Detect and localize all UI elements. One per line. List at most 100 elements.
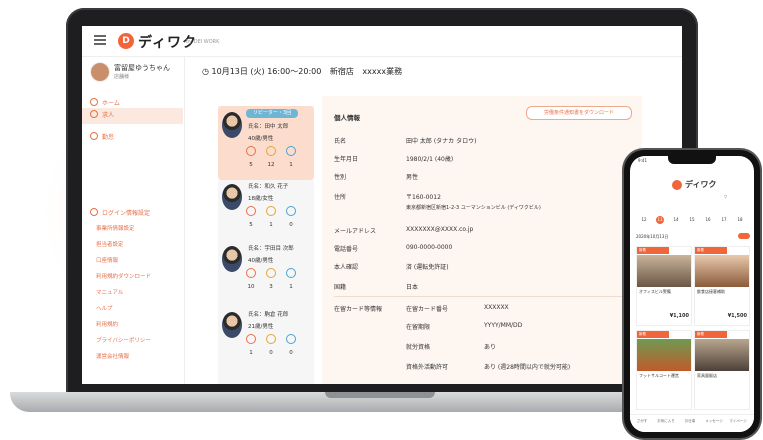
field-value: あり (週28時間以内で就労可能) xyxy=(484,364,571,371)
field-label: 在留期限 xyxy=(406,324,431,331)
good-face-icon xyxy=(246,268,256,278)
date-item[interactable]: 18 xyxy=(736,216,744,224)
logo-subtext: by DEI WORK xyxy=(186,39,220,45)
field-label: 電話番号 xyxy=(334,246,359,253)
neutral-face-icon xyxy=(266,334,276,344)
rating-count: 5 xyxy=(249,162,253,168)
date-item[interactable]: 17 xyxy=(720,216,728,224)
job-photo xyxy=(637,339,691,371)
candidate-age: 18歳/女性 xyxy=(248,196,274,202)
date-item[interactable]: 14 xyxy=(672,216,680,224)
field-value: 日本 xyxy=(406,284,419,291)
job-card[interactable]: 新着 フットサルコート運営 xyxy=(636,330,692,410)
logo-icon: D xyxy=(118,33,134,49)
field-label: 在留カード番号 xyxy=(406,306,449,313)
date-item[interactable]: 12 xyxy=(640,216,648,224)
field-label: 性別 xyxy=(334,174,347,181)
panel-title: 個人情報 xyxy=(334,114,360,122)
candidate-name: 氏名：田中 太郎 xyxy=(248,124,289,130)
sidebar-item-attendance[interactable]: 勤怠 xyxy=(90,132,114,141)
field-label: 国籍 xyxy=(334,284,347,291)
sidebar-subitem[interactable]: 利用規約 xyxy=(96,320,118,328)
field-value: XXXXXXX@XXXX.co.jp xyxy=(406,226,474,233)
status-time: 9:41 xyxy=(638,158,647,163)
tab-favorites[interactable]: お気に入り xyxy=(654,419,678,424)
jobs-icon xyxy=(90,110,98,118)
filter-icon[interactable]: ▽ xyxy=(724,194,727,199)
store-name: 新宿店 xyxy=(329,67,354,76)
job-card[interactable]: 新着 飲食店接客補助 ¥1,500 xyxy=(694,246,750,326)
bad-face-icon xyxy=(286,334,296,344)
good-face-icon xyxy=(246,146,256,156)
candidate-name: 氏名：和久 花子 xyxy=(248,184,289,190)
candidate-card[interactable]: 氏名：駒倉 花郎 21歳/男性 1 0 0 xyxy=(218,306,314,380)
rating-faces xyxy=(246,206,312,218)
candidate-name: 氏名：駒倉 花郎 xyxy=(248,312,289,318)
candidate-card[interactable]: リピーター・3回 氏名：田中 太郎 40歳/男性 5 12 1 xyxy=(218,106,314,180)
job-title: オフィスビル警備 xyxy=(639,289,671,294)
logo-icon xyxy=(672,180,682,190)
download-button[interactable]: 労働条件通知書をダウンロード xyxy=(526,106,632,120)
field-value: 1980/2/1 (40歳) xyxy=(406,156,454,163)
date-item[interactable]: 15 xyxy=(688,216,696,224)
job-card[interactable]: 新着 オフィスビル警備 ¥1,100 xyxy=(636,246,692,326)
candidate-photo xyxy=(222,246,242,272)
tab-mypage[interactable]: マイページ xyxy=(726,419,750,424)
sidebar-item-login-settings[interactable]: ログイン情報設定 xyxy=(90,208,150,217)
user-role: 店舗様 xyxy=(114,74,130,80)
new-badge: 新着 xyxy=(637,331,669,338)
candidate-age: 40歳/男性 xyxy=(248,258,274,264)
field-value: 済 (運転免許証) xyxy=(406,264,449,271)
sidebar-subitem[interactable]: 利用規約ダウンロード xyxy=(96,272,151,280)
sidebar-subitem[interactable]: 担当者設定 xyxy=(96,240,124,248)
clock-icon xyxy=(90,132,98,140)
candidate-name: 氏名：宇田目 次郎 xyxy=(248,246,294,252)
toggle-switch[interactable] xyxy=(738,233,750,239)
job-title: 飲食店接客補助 xyxy=(697,289,725,294)
candidate-photo xyxy=(222,184,242,210)
rating-count: 10 xyxy=(247,284,255,290)
date-strip: 12 13 14 15 16 17 18 xyxy=(636,208,750,226)
sidebar-subitem[interactable]: 事業所情報設定 xyxy=(96,224,135,232)
sidebar-item-jobs[interactable]: 求人 xyxy=(82,108,183,124)
phone-screen: 9:41 ディワク ▽ 12 13 14 15 16 17 18 2020年10… xyxy=(630,156,754,432)
field-value: あり xyxy=(484,344,497,351)
sidebar-subitem[interactable]: 運営会社情報 xyxy=(96,352,129,360)
job-card[interactable]: 新着 家具量販店 xyxy=(694,330,750,410)
candidate-card[interactable]: 氏名：宇田目 次郎 40歳/男性 10 3 1 xyxy=(218,240,314,314)
good-face-icon xyxy=(246,206,256,216)
job-title: 家具量販店 xyxy=(697,373,717,378)
sidebar-subitem[interactable]: マニュアル xyxy=(96,288,123,296)
field-label: 生年月日 xyxy=(334,156,359,163)
selected-date: 2020年10月13日 xyxy=(636,234,669,239)
bottom-tab-bar: さがす お気に入り お仕事 メッセージ マイページ xyxy=(630,414,754,432)
personal-info-panel: 個人情報 労働条件通知書をダウンロード 氏名 田中 太郎 (タナカ タロウ) 生… xyxy=(322,96,642,384)
date-item-selected[interactable]: 13 xyxy=(656,216,664,224)
candidate-age: 40歳/男性 xyxy=(248,136,274,142)
tab-messages[interactable]: メッセージ xyxy=(702,419,726,424)
home-icon xyxy=(90,98,98,106)
job-photo xyxy=(637,255,691,287)
job-name: xxxxx業務 xyxy=(362,67,403,76)
bad-face-icon xyxy=(286,206,296,216)
sidebar-subitem[interactable]: ヘルプ xyxy=(96,304,113,312)
tab-search[interactable]: さがす xyxy=(630,419,654,424)
new-badge: 新着 xyxy=(695,247,727,254)
job-photo xyxy=(695,339,749,371)
tab-work[interactable]: お仕事 xyxy=(678,419,702,424)
rating-count: 0 xyxy=(269,350,273,356)
new-badge: 新着 xyxy=(695,331,727,338)
sidebar-item-home[interactable]: ホーム xyxy=(90,98,120,107)
field-value: 男性 xyxy=(406,174,419,181)
field-label: 本人確認 xyxy=(334,264,359,271)
laptop-notch xyxy=(325,392,435,398)
candidate-photo xyxy=(222,112,242,138)
rating-count: 0 xyxy=(289,222,293,228)
calendar-icon: ◷ xyxy=(202,67,212,76)
divider xyxy=(334,296,630,297)
rating-count: 5 xyxy=(249,222,253,228)
menu-icon[interactable] xyxy=(94,35,106,45)
sidebar-subitem[interactable]: 口座情報 xyxy=(96,256,118,264)
sidebar-subitem[interactable]: プライバシーポリシー xyxy=(96,336,151,344)
date-item[interactable]: 16 xyxy=(704,216,712,224)
